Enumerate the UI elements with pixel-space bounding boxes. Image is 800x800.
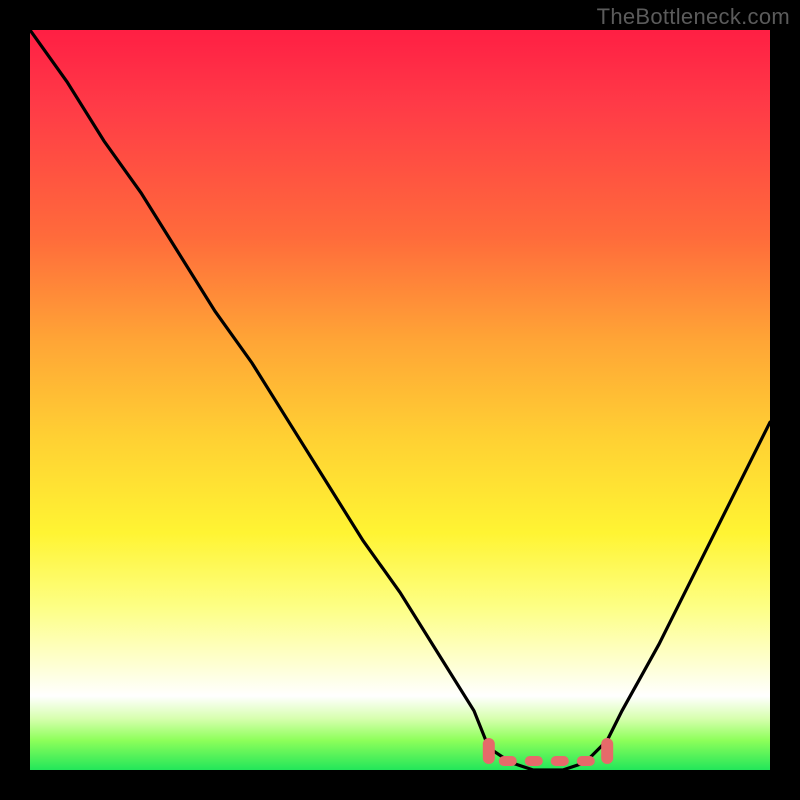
plot-gradient-background — [30, 30, 770, 770]
watermark-text: TheBottleneck.com — [597, 4, 790, 30]
chart-frame: TheBottleneck.com — [0, 0, 800, 800]
